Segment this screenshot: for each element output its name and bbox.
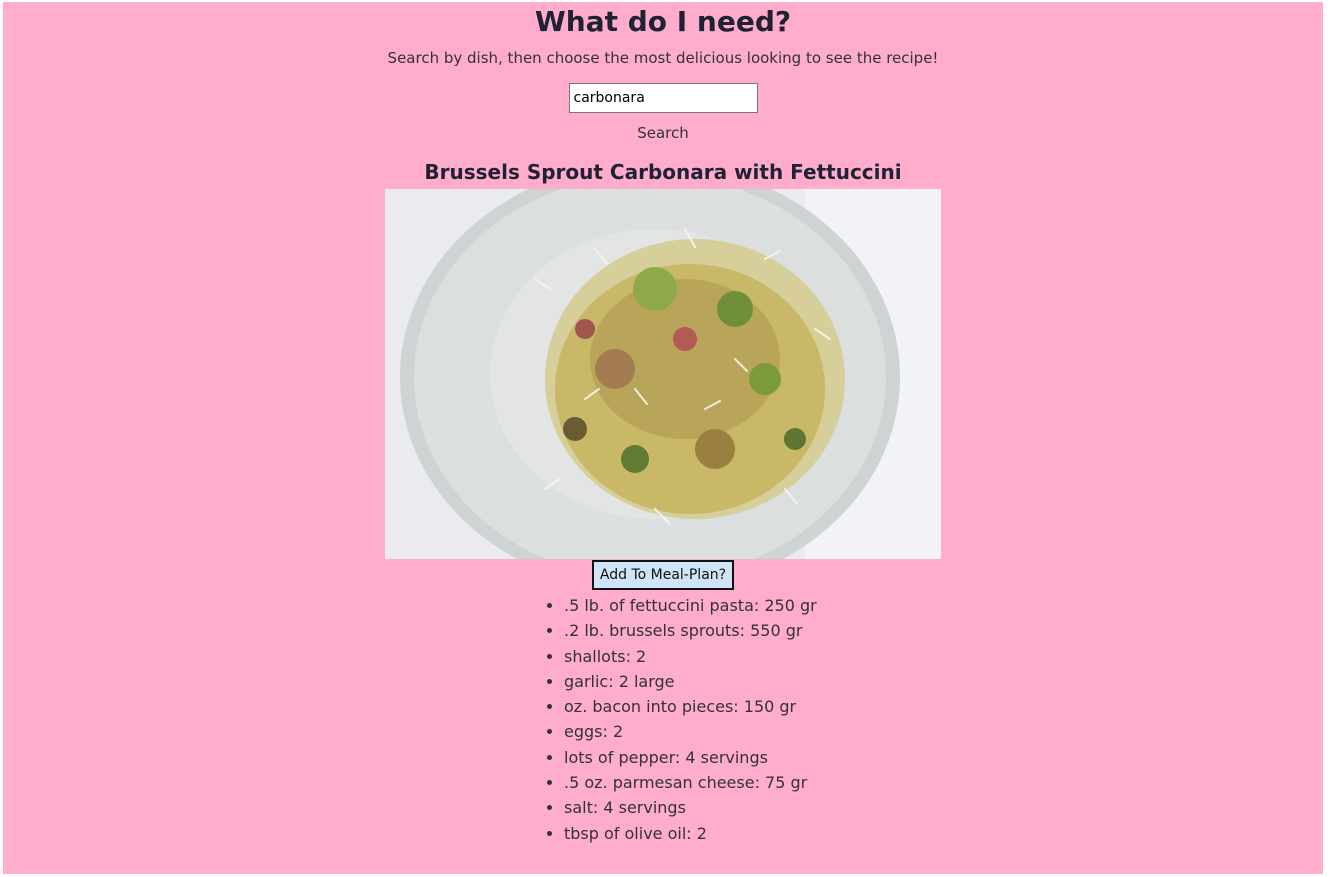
ingredient-item: .2 lb. brussels sprouts: 550 gr [564,618,1323,643]
search-button[interactable]: Search [637,124,689,142]
page-subtitle: Search by dish, then choose the most del… [387,49,939,67]
ingredient-item: salt: 4 servings [564,795,1323,820]
ingredient-item: shallots: 2 [564,644,1323,669]
ingredient-item: .5 lb. of fettuccini pasta: 250 gr [564,593,1323,618]
add-to-meal-plan-button[interactable]: Add To Meal-Plan? [591,560,735,590]
ingredients-list: .5 lb. of fettuccini pasta: 250 gr .2 lb… [3,593,1323,846]
ingredient-item: .5 oz. parmesan cheese: 75 gr [564,770,1323,795]
ingredient-item: oz. bacon into pieces: 150 gr [564,694,1323,719]
ingredient-item: lots of pepper: 4 servings [564,745,1323,770]
ingredient-item: tbsp of olive oil: 2 [564,821,1323,846]
recipe-image[interactable] [385,189,941,559]
ingredient-item: eggs: 2 [564,719,1323,744]
search-input[interactable] [568,83,758,113]
ingredient-item: garlic: 2 large [564,669,1323,694]
page-container: What do I need? Search by dish, then cho… [3,2,1323,874]
page-title: What do I need? [534,5,792,38]
recipe-title: Brussels Sprout Carbonara with Fettuccin… [424,160,902,184]
